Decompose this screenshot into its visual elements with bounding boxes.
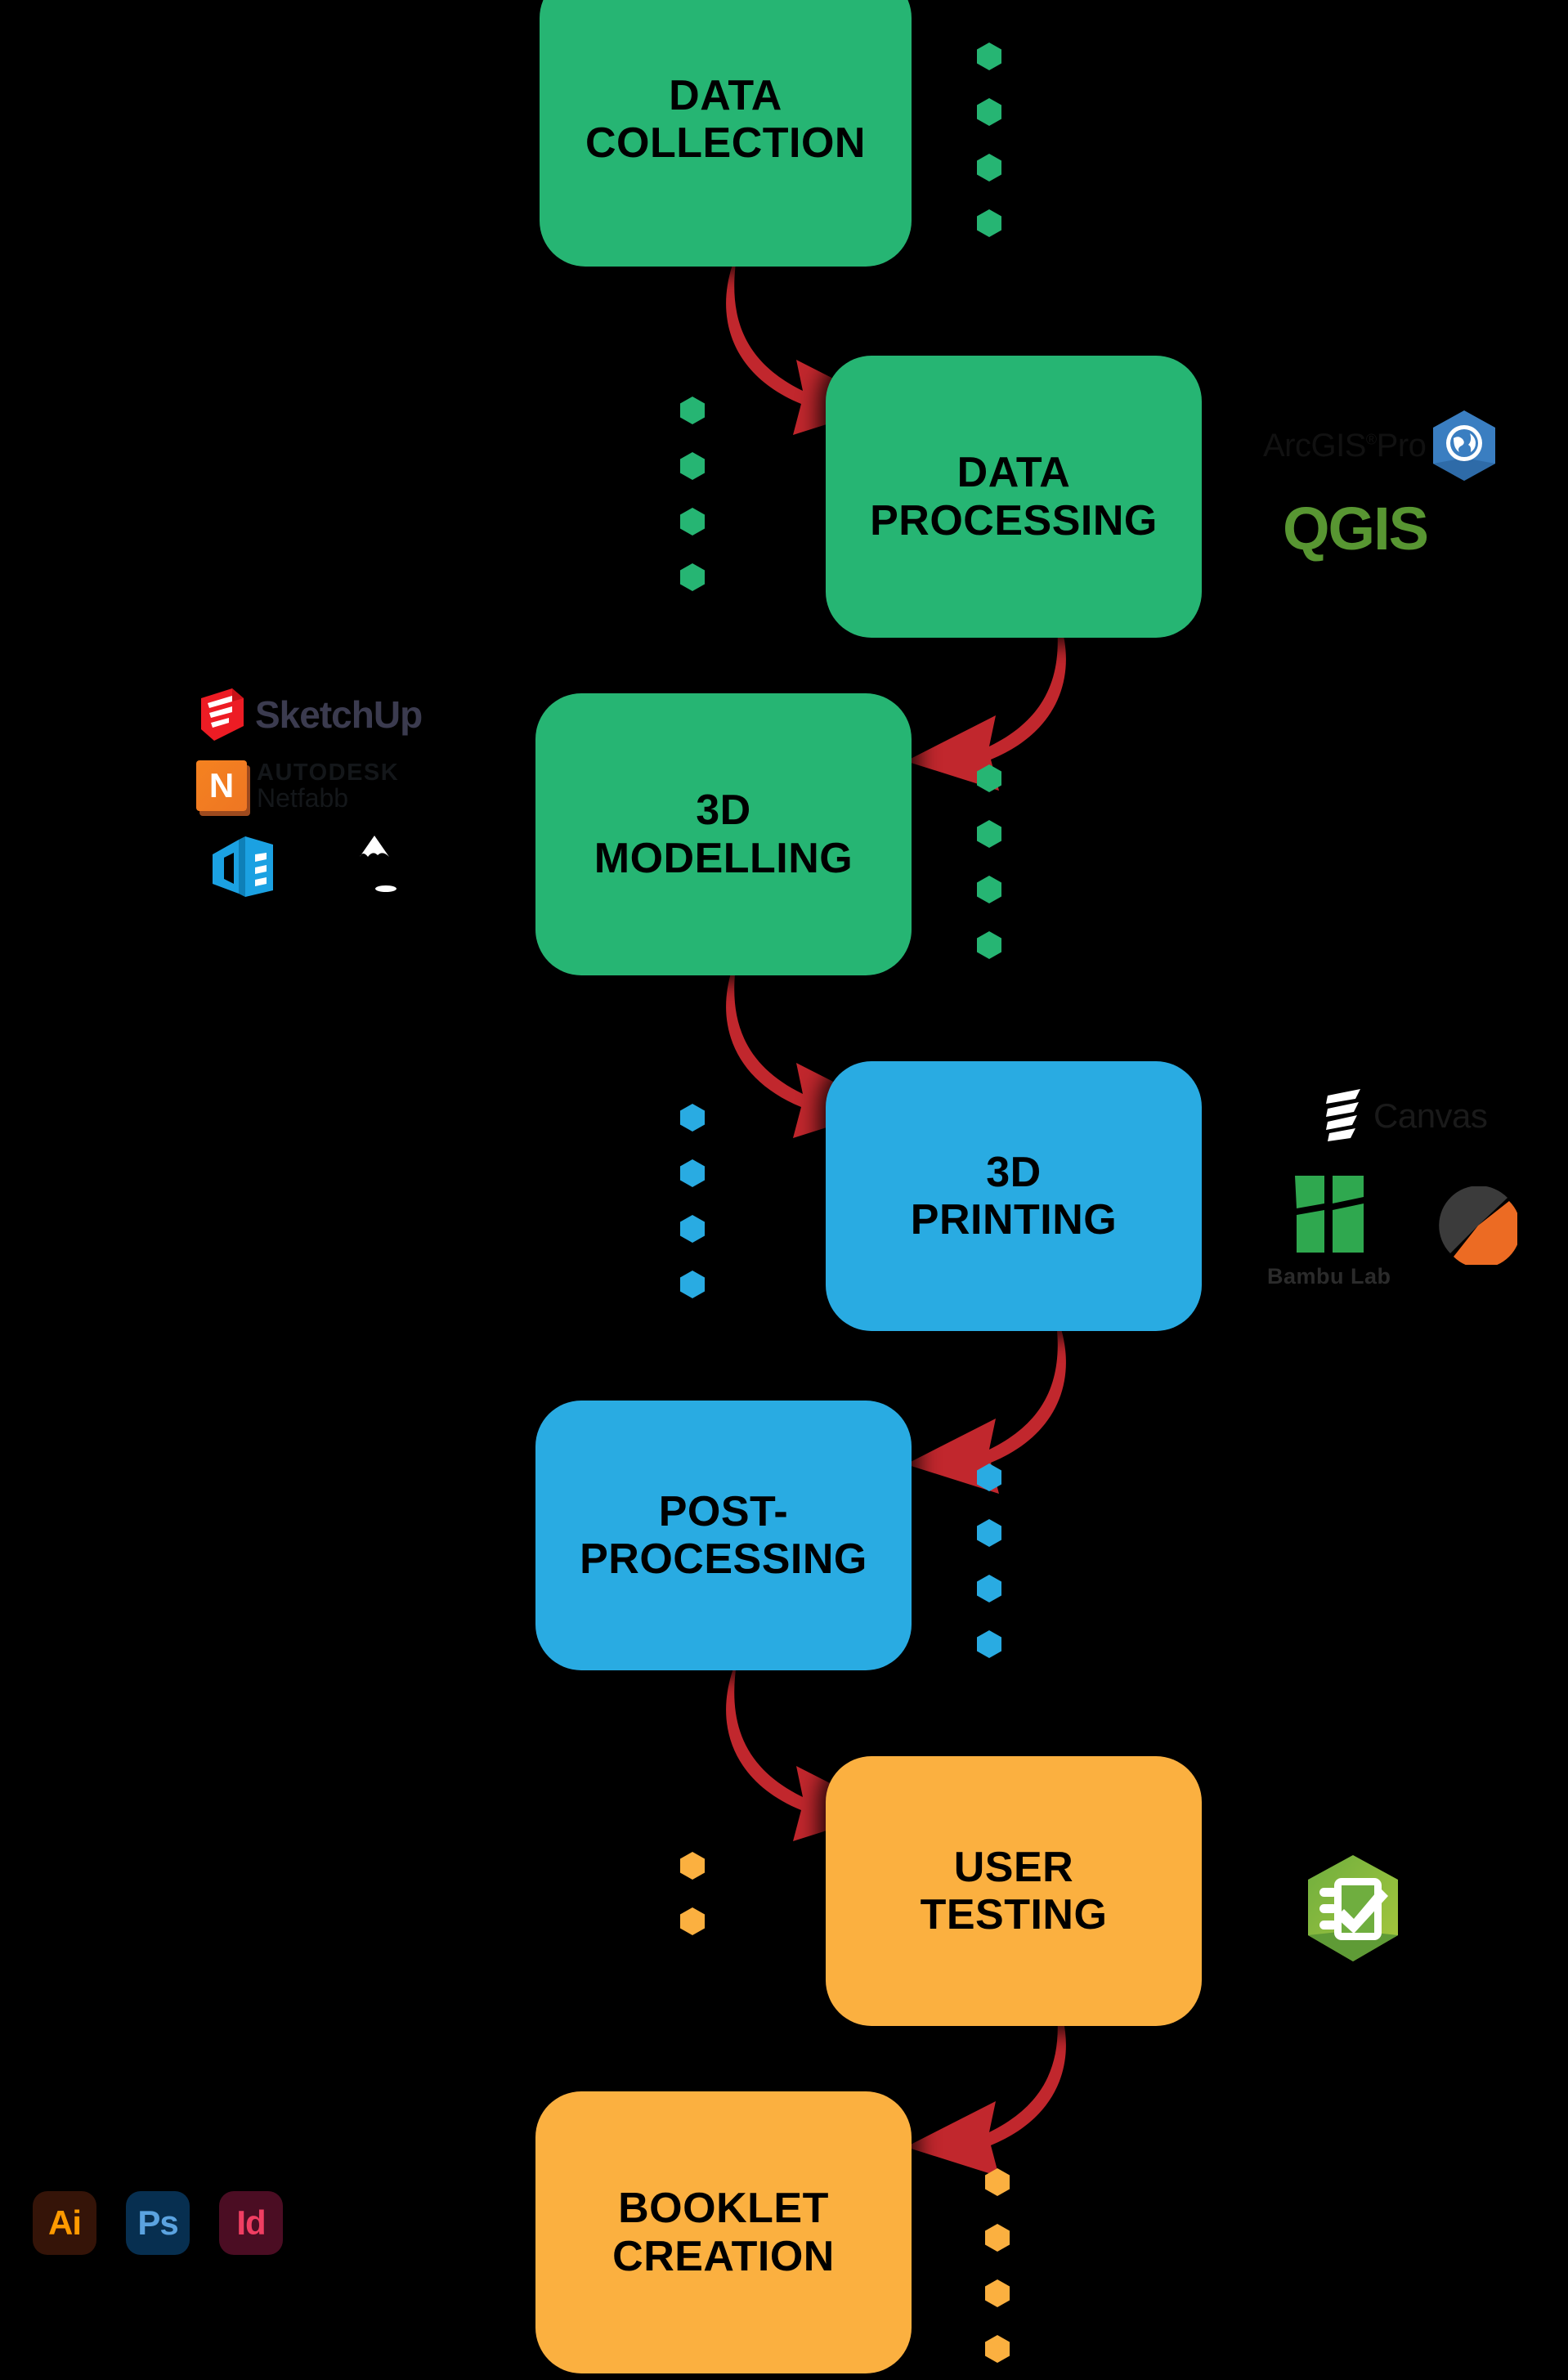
hex-dot <box>977 1519 1001 1547</box>
canvas-wordmark: Canvas <box>1373 1096 1488 1135</box>
node-label: DATA PROCESSING <box>870 449 1158 545</box>
node-booklet-creation[interactable]: BOOKLET CREATION <box>535 2091 912 2373</box>
node-label: DATA COLLECTION <box>585 71 866 167</box>
hex-dot <box>977 1630 1001 1658</box>
node-3d-modelling[interactable]: 3D MODELLING <box>535 693 912 975</box>
sketchup-wordmark: SketchUp <box>255 693 423 736</box>
logo-cluster-booklet: Ai Ps Id <box>33 2191 283 2255</box>
3d-builder-icon[interactable] <box>209 833 280 897</box>
hex-dot <box>977 154 1001 182</box>
logo-netfabb[interactable]: N AUTODESK Netfabb <box>196 760 422 811</box>
logo-cluster-data-processing: ArcGIS®Pro QGIS <box>1263 409 1498 563</box>
hex-dot <box>680 508 705 536</box>
node-label: 3D PRINTING <box>910 1148 1118 1244</box>
hex-dot <box>985 2279 1010 2307</box>
logo-cluster-printing: Canvas Bambu Lab <box>1267 1087 1517 1289</box>
dots-data-collection <box>977 43 1001 237</box>
qgis-wordmark: QGIS <box>1283 495 1429 563</box>
hex-dot <box>985 2335 1010 2363</box>
cura-circle-icon[interactable] <box>1438 1186 1517 1265</box>
hex-dot <box>680 563 705 591</box>
node-3d-printing[interactable]: 3D PRINTING <box>826 1061 1202 1331</box>
netfabb-n-tile-icon: N <box>196 760 247 811</box>
hex-dot <box>977 43 1001 70</box>
sketchup-box-icon <box>201 688 244 741</box>
node-label: BOOKLET CREATION <box>612 2185 835 2280</box>
logo-bambu-lab[interactable]: Bambu Lab <box>1267 1172 1391 1289</box>
photoshop-label: Ps <box>137 2203 178 2242</box>
hex-dot <box>977 1463 1001 1491</box>
canvas-layers-icon <box>1326 1089 1360 1141</box>
dots-3d-modelling <box>977 764 1001 959</box>
logo-adobe-illustrator[interactable]: Ai <box>33 2191 96 2255</box>
hex-dot <box>977 764 1001 792</box>
illustrator-label: Ai <box>48 2203 82 2242</box>
hex-dot <box>985 2168 1010 2196</box>
hex-dot <box>680 1104 705 1132</box>
inkscape-mountain-icon[interactable] <box>337 832 412 898</box>
arcgis-text-suffix: Pro <box>1376 427 1427 464</box>
hex-dot <box>680 1852 705 1880</box>
node-label: 3D MODELLING <box>594 787 853 882</box>
node-data-collection[interactable]: DATA COLLECTION <box>540 0 912 267</box>
hex-dot <box>680 1907 705 1935</box>
hex-dot <box>977 209 1001 237</box>
logo-row-printing-bottom: Bambu Lab <box>1267 1172 1517 1289</box>
logo-arcgis-pro[interactable]: ArcGIS®Pro <box>1263 409 1498 482</box>
arcgis-hexagon-globe-icon <box>1433 410 1496 481</box>
logo-cluster-user-testing <box>1284 1844 1422 1987</box>
dots-user-testing <box>680 1852 705 1935</box>
netfabb-brand-bottom: Netfabb <box>257 782 349 813</box>
indesign-label: Id <box>236 2203 266 2242</box>
netfabb-brand-top: AUTODESK <box>257 759 400 786</box>
logo-canvas[interactable]: Canvas <box>1323 1087 1517 1145</box>
hex-dot <box>985 2224 1010 2252</box>
node-label: POST- PROCESSING <box>580 1487 867 1583</box>
node-data-processing[interactable]: DATA PROCESSING <box>826 356 1202 638</box>
arcgis-text-main: ArcGIS <box>1263 427 1366 464</box>
hex-dot <box>680 1271 705 1298</box>
netfabb-wordmark: AUTODESK Netfabb <box>257 759 400 813</box>
logo-cluster-modelling: SketchUp N AUTODESK Netfabb <box>196 687 423 898</box>
hex-dot <box>680 1215 705 1243</box>
dots-3d-printing <box>680 1104 705 1298</box>
hex-dot <box>977 820 1001 848</box>
workflow-diagram: DATA COLLECTION DATA PROCESSING 3D MODEL… <box>0 0 1568 2380</box>
logo-qgis[interactable]: QGIS <box>1283 494 1498 563</box>
survey123-checklist-hexagon-icon[interactable] <box>1284 1844 1422 1983</box>
hex-dot <box>977 931 1001 959</box>
arcgis-pro-wordmark: ArcGIS®Pro <box>1263 427 1427 464</box>
logo-adobe-indesign[interactable]: Id <box>219 2191 283 2255</box>
dots-post-processing <box>977 1463 1001 1658</box>
bambu-lab-wordmark: Bambu Lab <box>1267 1264 1391 1289</box>
dots-data-processing <box>680 397 705 591</box>
node-user-testing[interactable]: USER TESTING <box>826 1756 1202 2026</box>
hex-dot <box>977 876 1001 903</box>
logo-row-modelling-icons <box>209 832 422 898</box>
hex-dot <box>977 1575 1001 1602</box>
logo-adobe-photoshop[interactable]: Ps <box>126 2191 190 2255</box>
hex-dot <box>680 397 705 424</box>
node-label: USER TESTING <box>920 1843 1108 1939</box>
bambu-lab-icon <box>1294 1176 1364 1253</box>
node-post-processing[interactable]: POST- PROCESSING <box>535 1401 912 1670</box>
hex-dot <box>680 452 705 480</box>
dots-booklet <box>985 2168 1010 2363</box>
hex-dot <box>680 1159 705 1187</box>
hex-dot <box>977 98 1001 126</box>
logo-sketchup[interactable]: SketchUp <box>196 687 423 742</box>
arcgis-registered-mark: ® <box>1365 431 1377 448</box>
